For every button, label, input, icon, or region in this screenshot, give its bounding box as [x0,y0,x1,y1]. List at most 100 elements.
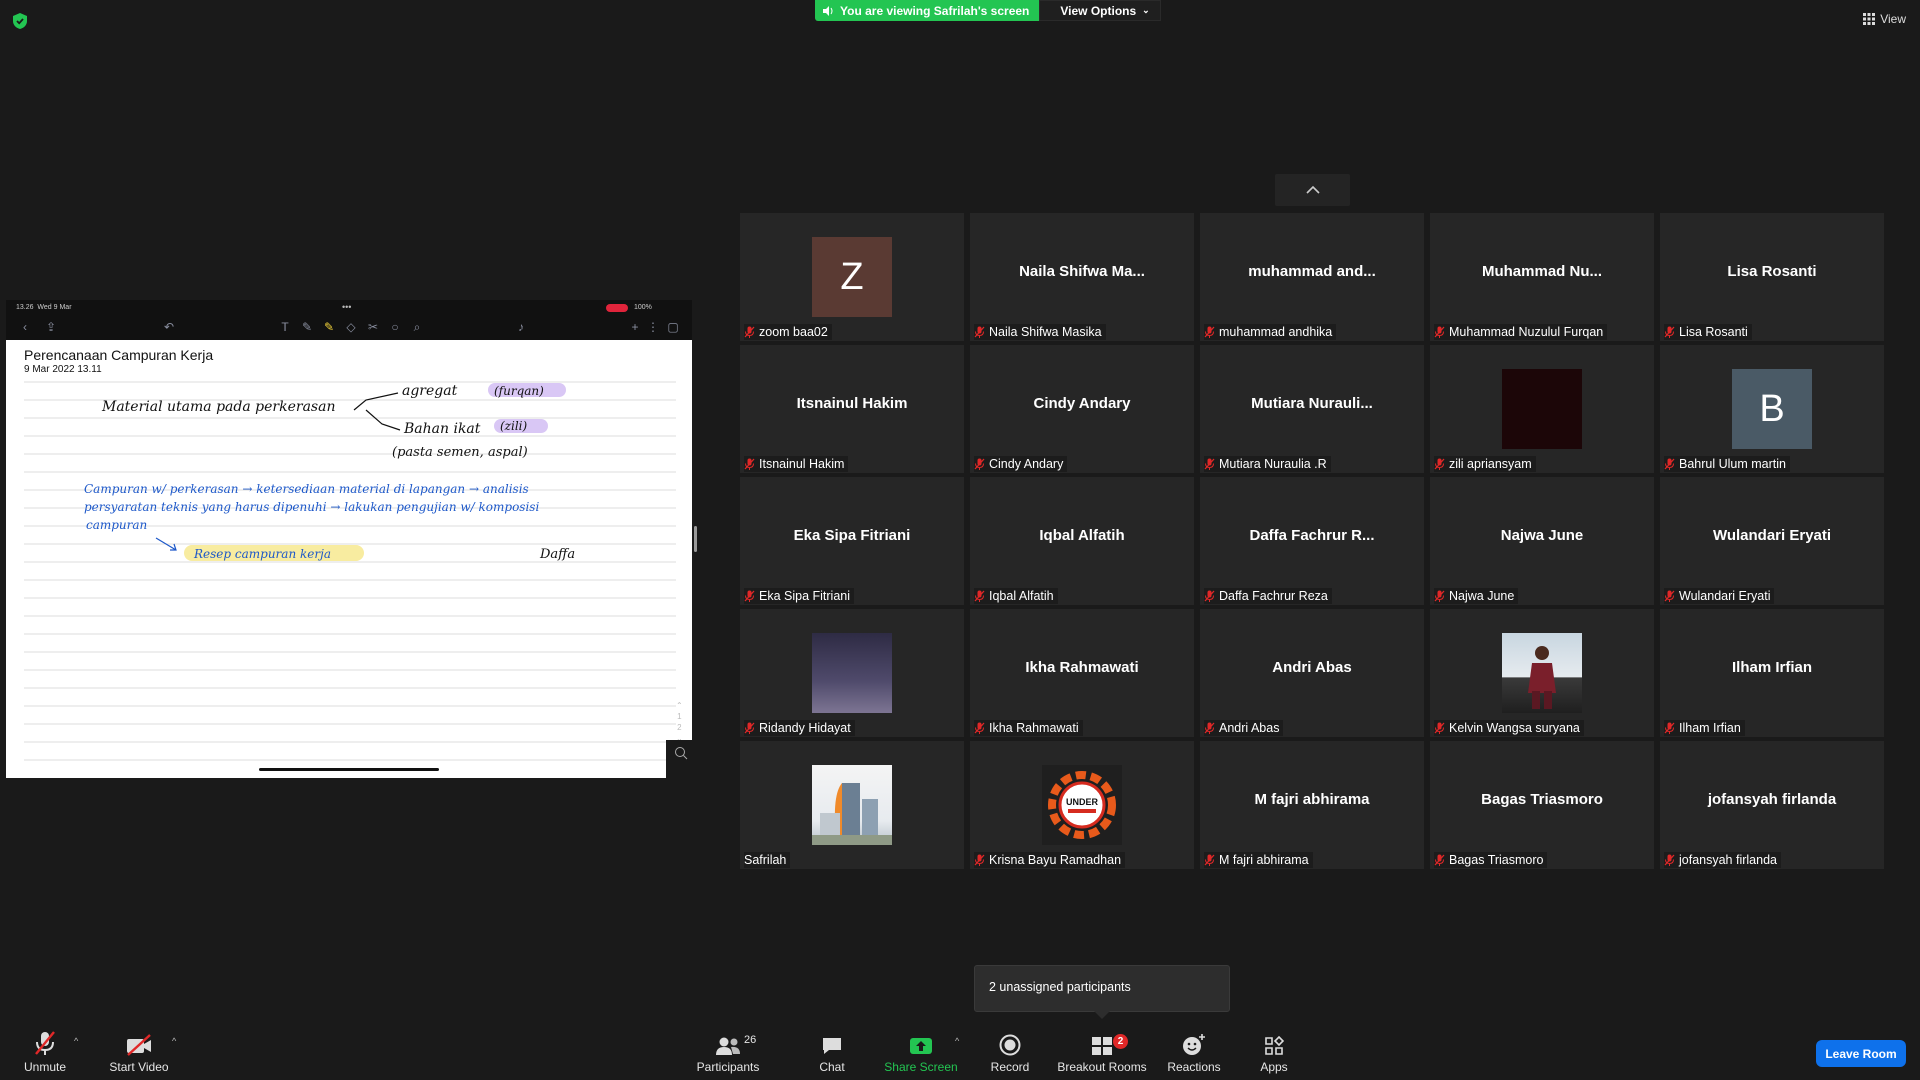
participant-name: Krisna Bayu Ramadhan [989,853,1122,867]
share-options-caret-icon[interactable]: ^ [955,1036,959,1046]
participant-name: Bagas Triasmoro [1449,853,1544,867]
avatar-photo [812,633,892,713]
participant-tile[interactable]: Safrilah [740,741,964,869]
participant-display-name: Daffa Fachrur R... [1249,527,1375,544]
participant-tile[interactable]: UNDER Krisna Bayu Ramadhan [970,741,1194,869]
participant-name-label: Ilham Irfian [1664,720,1745,736]
status-time: 13.26 Wed 9 Mar [16,304,72,311]
handwritten-notes: Material utama pada perkerasan agregat (… [24,381,676,761]
home-indicator [259,768,439,771]
svg-text:(zili): (zili) [500,419,528,433]
participant-name: Muhammad Nuzulul Furqan [1449,325,1604,339]
muted-mic-icon [1204,326,1215,338]
breakout-rooms-icon [1092,1037,1112,1055]
share-screen-button[interactable]: Share Screen [882,1026,960,1074]
participant-tile[interactable]: Ikha Rahmawati Ikha Rahmawati [970,609,1194,737]
participant-name: Andri Abas [1219,721,1280,735]
unmute-button[interactable]: Unmute [14,1026,76,1074]
participant-tile[interactable]: Wulandari Eryati Wulandari Eryati [1660,477,1884,605]
muted-mic-icon [744,722,755,734]
muted-microphone-icon [35,1031,55,1055]
svg-text:agregat: agregat [402,383,458,399]
participant-tile[interactable]: Cindy Andary Cindy Andary [970,345,1194,473]
participant-name: Mutiara Nuraulia .R [1219,457,1327,471]
participant-tile[interactable]: Naila Shifwa Ma... Naila Shifwa Masika [970,213,1194,341]
person-icon [1528,646,1556,709]
page-indicator[interactable]: ⌃ 1 2 ⌄ [676,700,683,744]
breakout-rooms-button[interactable]: Breakout Rooms [1056,1026,1148,1074]
participant-name-label: zili apriansyam [1434,456,1536,472]
apps-button[interactable]: Apps [1252,1026,1296,1074]
participant-tile[interactable]: M fajri abhirama M fajri abhirama [1200,741,1424,869]
participant-tile[interactable]: Mutiara Nurauli... Mutiara Nuraulia .R [1200,345,1424,473]
security-shield-icon[interactable] [12,12,28,30]
participant-name-label: Lisa Rosanti [1664,324,1752,340]
muted-mic-icon [1664,854,1675,866]
participant-tile[interactable]: Ridandy Hidayat [740,609,964,737]
muted-mic-icon [974,590,985,602]
participant-tile[interactable]: Eka Sipa Fitriani Eka Sipa Fitriani [740,477,964,605]
svg-text:Resep campuran kerja: Resep campuran kerja [193,547,331,561]
participant-name: Itsnainul Hakim [759,457,845,471]
under-construction-logo: UNDER [1042,765,1122,845]
participant-name-label: Bagas Triasmoro [1434,852,1548,868]
video-off-icon [127,1034,151,1056]
participant-display-name: Cindy Andary [1033,395,1131,412]
participant-tile[interactable]: Andri Abas Andri Abas [1200,609,1424,737]
participant-tile[interactable]: Najwa June Najwa June [1430,477,1654,605]
participant-tile[interactable]: Bagas Triasmoro Bagas Triasmoro [1430,741,1654,869]
participant-tile[interactable]: Ilham Irfian Ilham Irfian [1660,609,1884,737]
chat-button[interactable]: Chat [806,1026,858,1074]
add-icon: + [631,320,639,334]
participant-tile[interactable]: jofansyah firlanda jofansyah firlanda [1660,741,1884,869]
participant-display-name: Najwa June [1500,527,1584,544]
shape-icon: ○ [391,320,399,334]
record-button[interactable]: Record [986,1026,1034,1074]
participant-name-label: Cindy Andary [974,456,1068,472]
participant-tile[interactable]: Kelvin Wangsa suryana [1430,609,1654,737]
participant-tile[interactable]: Itsnainul Hakim Itsnainul Hakim [740,345,964,473]
screen-share-banner: You are viewing Safrilah's screen View O… [815,0,1161,21]
audio-options-caret-icon[interactable]: ^ [74,1036,78,1046]
chat-bubble-icon [823,1038,841,1054]
muted-mic-icon [1204,590,1215,602]
share-icon: ⇪ [45,320,57,334]
reactions-button[interactable]: Reactions [1164,1026,1224,1074]
participant-tile[interactable]: Zzoom baa02 [740,213,964,341]
participant-display-name: Ilham Irfian [1731,659,1813,676]
svg-text:(furqan): (furqan) [494,384,544,398]
view-options-button[interactable]: View Options ⌄ [1039,0,1161,21]
svg-text:Campuran w/ perkerasan → keter: Campuran w/ perkerasan → ketersediaan ma… [84,482,529,496]
participant-tile[interactable]: B Bahrul Ulum martin [1660,345,1884,473]
muted-mic-icon [1204,722,1215,734]
magnifier-icon [675,747,688,760]
recording-indicator [606,304,628,312]
participant-display-name: Bagas Triasmoro [1481,791,1603,808]
pen-icon: ✎ [301,320,313,334]
view-layout-button[interactable]: View [1863,12,1906,26]
split-resize-handle[interactable] [694,526,697,552]
start-video-button[interactable]: Start Video [104,1026,174,1074]
participant-tile[interactable]: Muhammad Nu... Muhammad Nuzulul Furqan [1430,213,1654,341]
participant-tile[interactable]: Lisa Rosanti Lisa Rosanti [1660,213,1884,341]
participant-tile[interactable]: zili apriansyam [1430,345,1654,473]
svg-text:Daffa: Daffa [539,547,575,562]
avatar-letter: Z [812,237,892,317]
gallery-page-up-button[interactable] [1275,174,1350,206]
participant-display-name: Muhammad Nu... [1481,263,1602,280]
video-options-caret-icon[interactable]: ^ [172,1036,176,1046]
participant-tile[interactable]: muhammad and... muhammad andhika [1200,213,1424,341]
participant-name-label: Ridandy Hidayat [744,720,855,736]
zoom-button[interactable] [666,740,692,778]
reactions-icon [1183,1034,1205,1055]
participant-name-label: jofansyah firlanda [1664,852,1781,868]
building-icon [812,783,892,845]
shared-screen[interactable]: 13.26 Wed 9 Mar ••• 100% ‹ ⇪ ↶ T ✎ ✎ ◇ ✂… [6,300,692,778]
leave-room-button[interactable]: Leave Room [1816,1040,1906,1067]
participant-tile[interactable]: Daffa Fachrur R... Daffa Fachrur Reza [1200,477,1424,605]
participant-tile[interactable]: Iqbal Alfatih Iqbal Alfatih [970,477,1194,605]
battery-status: 100% [634,304,652,311]
avatar-letter: B [1732,369,1812,449]
apps-label: Apps [1260,1060,1288,1074]
svg-text:(pasta semen, aspal): (pasta semen, aspal) [392,445,528,460]
